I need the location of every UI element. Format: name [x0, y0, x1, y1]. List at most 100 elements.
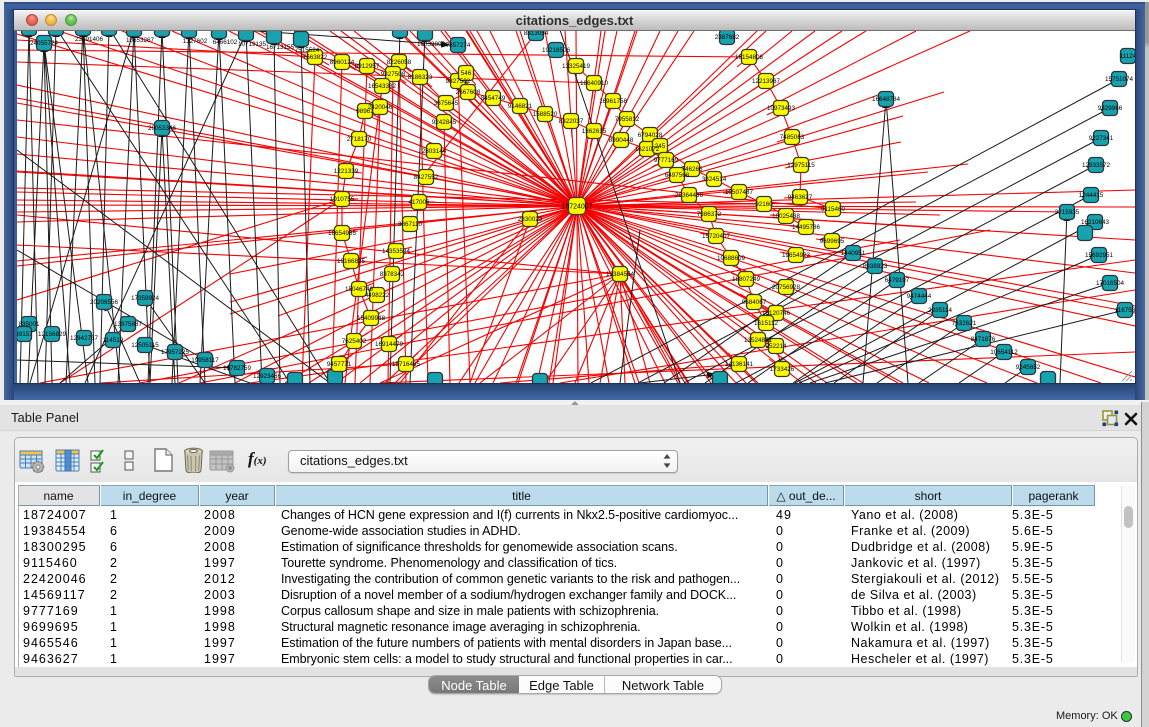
svg-text:10025438: 10025438 — [772, 213, 801, 220]
svg-text:10688609: 10688609 — [717, 255, 746, 262]
svg-text:2667608: 2667608 — [456, 89, 481, 96]
svg-text:1440951: 1440951 — [841, 250, 866, 257]
svg-text:3824514: 3824514 — [702, 176, 727, 183]
svg-text:7515524: 7515524 — [295, 47, 320, 54]
svg-text:20206556: 20206556 — [90, 299, 119, 306]
svg-text:8186323: 8186323 — [408, 74, 433, 81]
svg-text:3215935: 3215935 — [1055, 209, 1080, 216]
svg-text:1362615: 1362615 — [582, 128, 607, 135]
svg-text:8960124: 8960124 — [330, 59, 355, 66]
svg-text:9684067: 9684067 — [742, 299, 767, 306]
svg-text:2387682: 2387682 — [715, 34, 740, 41]
svg-text:8912957: 8912957 — [355, 63, 380, 70]
svg-text:10653267: 10653267 — [126, 37, 155, 44]
svg-text:8813054: 8813054 — [524, 31, 549, 37]
svg-text:2718170: 2718170 — [347, 136, 372, 143]
svg-text:9115460: 9115460 — [821, 206, 846, 213]
svg-text:8378342: 8378342 — [380, 271, 405, 278]
svg-text:1010755: 1010755 — [330, 196, 355, 203]
svg-text:9242845: 9242845 — [432, 119, 457, 126]
svg-text:1733426: 1733426 — [770, 366, 795, 373]
svg-text:2803144: 2803144 — [422, 148, 447, 155]
svg-text:92160: 92160 — [755, 201, 773, 208]
svg-text:546: 546 — [461, 70, 472, 77]
svg-text:9777169: 9777169 — [654, 157, 679, 164]
svg-text:835001: 835001 — [18, 321, 40, 328]
svg-text:8471876: 8471876 — [971, 336, 996, 343]
svg-text:98961: 98961 — [356, 108, 374, 115]
svg-text:12156829: 12156829 — [38, 331, 67, 338]
svg-text:12505115: 12505115 — [131, 342, 159, 349]
svg-text:15409948: 15409948 — [357, 315, 386, 322]
svg-text:19218506: 19218506 — [542, 47, 571, 54]
svg-text:245: 245 — [655, 143, 666, 150]
svg-text:9227341: 9227341 — [1089, 135, 1114, 142]
svg-text:3867110: 3867110 — [398, 221, 423, 228]
svg-text:252214: 252214 — [765, 343, 787, 350]
svg-text:15751074: 15751074 — [1105, 76, 1134, 83]
svg-text:15716485: 15716485 — [392, 361, 421, 368]
svg-text:1615112: 1615112 — [754, 320, 779, 327]
svg-text:114519: 114519 — [103, 337, 124, 344]
svg-text:16210643: 16210643 — [1081, 219, 1110, 226]
svg-text:6794028: 6794028 — [638, 132, 663, 139]
svg-text:19958117: 19958117 — [191, 357, 219, 364]
svg-text:2830023: 2830023 — [518, 216, 543, 223]
svg-text:8990448: 8990448 — [609, 137, 634, 144]
svg-text:18640910: 18640910 — [580, 80, 609, 87]
svg-text:1588520: 1588520 — [533, 111, 558, 118]
svg-text:9245652: 9245652 — [1016, 364, 1041, 371]
svg-text:16154808: 16154808 — [735, 54, 764, 61]
svg-text:17359924: 17359924 — [131, 295, 160, 302]
svg-text:6497568: 6497568 — [665, 172, 690, 179]
svg-text:2935114: 2935114 — [928, 307, 953, 314]
svg-text:7386372: 7386372 — [697, 211, 722, 218]
svg-text:39157: 39157 — [17, 331, 33, 338]
svg-text:17016504: 17016504 — [1096, 280, 1125, 287]
svg-text:9463627: 9463627 — [788, 194, 813, 201]
svg-text:10973493: 10973493 — [767, 105, 796, 112]
svg-text:20364436: 20364436 — [675, 192, 704, 199]
svg-text:16120746: 16120746 — [762, 310, 791, 317]
svg-text:10507487: 10507487 — [725, 189, 754, 196]
svg-text:7485063: 7485063 — [780, 134, 805, 141]
svg-text:10654112: 10654112 — [990, 349, 1018, 356]
svg-text:9699695: 9699695 — [820, 238, 845, 245]
svg-text:11124: 11124 — [1120, 53, 1135, 60]
svg-text:19384554: 19384554 — [606, 271, 635, 278]
svg-text:6479197: 6479197 — [885, 277, 910, 284]
svg-text:8322037: 8322037 — [559, 118, 584, 125]
svg-text:15692951: 15692951 — [1085, 252, 1114, 259]
svg-text:16033809: 16033809 — [417, 41, 446, 48]
svg-text:13975887: 13975887 — [114, 321, 143, 328]
svg-text:18724007: 18724007 — [561, 204, 592, 211]
svg-text:1221339: 1221339 — [334, 168, 359, 175]
svg-text:19654923: 19654923 — [782, 252, 811, 259]
svg-text:19166825: 19166825 — [337, 258, 366, 265]
svg-text:15720407: 15720407 — [702, 233, 731, 240]
svg-text:12942737: 12942737 — [70, 335, 99, 342]
svg-text:16543382: 16543382 — [368, 83, 397, 90]
svg-text:417006: 417006 — [408, 199, 430, 206]
svg-text:13325419: 13325419 — [562, 63, 591, 70]
svg-text:9457771: 9457771 — [327, 361, 352, 368]
svg-text:8938923: 8938923 — [863, 263, 888, 270]
svg-text:7857274: 7857274 — [446, 42, 471, 49]
svg-text:4498222: 4498222 — [365, 292, 390, 299]
svg-text:12213967: 12213967 — [752, 78, 781, 85]
svg-text:16648784: 16648784 — [872, 96, 901, 103]
svg-text:16914479: 16914479 — [375, 341, 404, 348]
svg-text:7632621: 7632621 — [952, 320, 977, 327]
svg-text:7625402: 7625402 — [342, 338, 367, 345]
svg-text:23691406: 23691406 — [75, 36, 104, 43]
svg-text:24055724: 24055724 — [30, 40, 59, 47]
svg-text:1327602: 1327602 — [183, 38, 208, 45]
svg-text:18807249: 18807249 — [732, 276, 761, 283]
svg-text:9329966: 9329966 — [1098, 105, 1123, 112]
svg-text:116753: 116753 — [1115, 307, 1135, 314]
svg-text:7663822: 7663822 — [303, 54, 328, 61]
svg-text:9327508: 9327508 — [381, 71, 406, 78]
svg-text:16713155: 16713155 — [266, 44, 295, 51]
svg-text:3875645: 3875645 — [434, 100, 459, 107]
svg-text:8427552: 8427552 — [414, 174, 439, 181]
